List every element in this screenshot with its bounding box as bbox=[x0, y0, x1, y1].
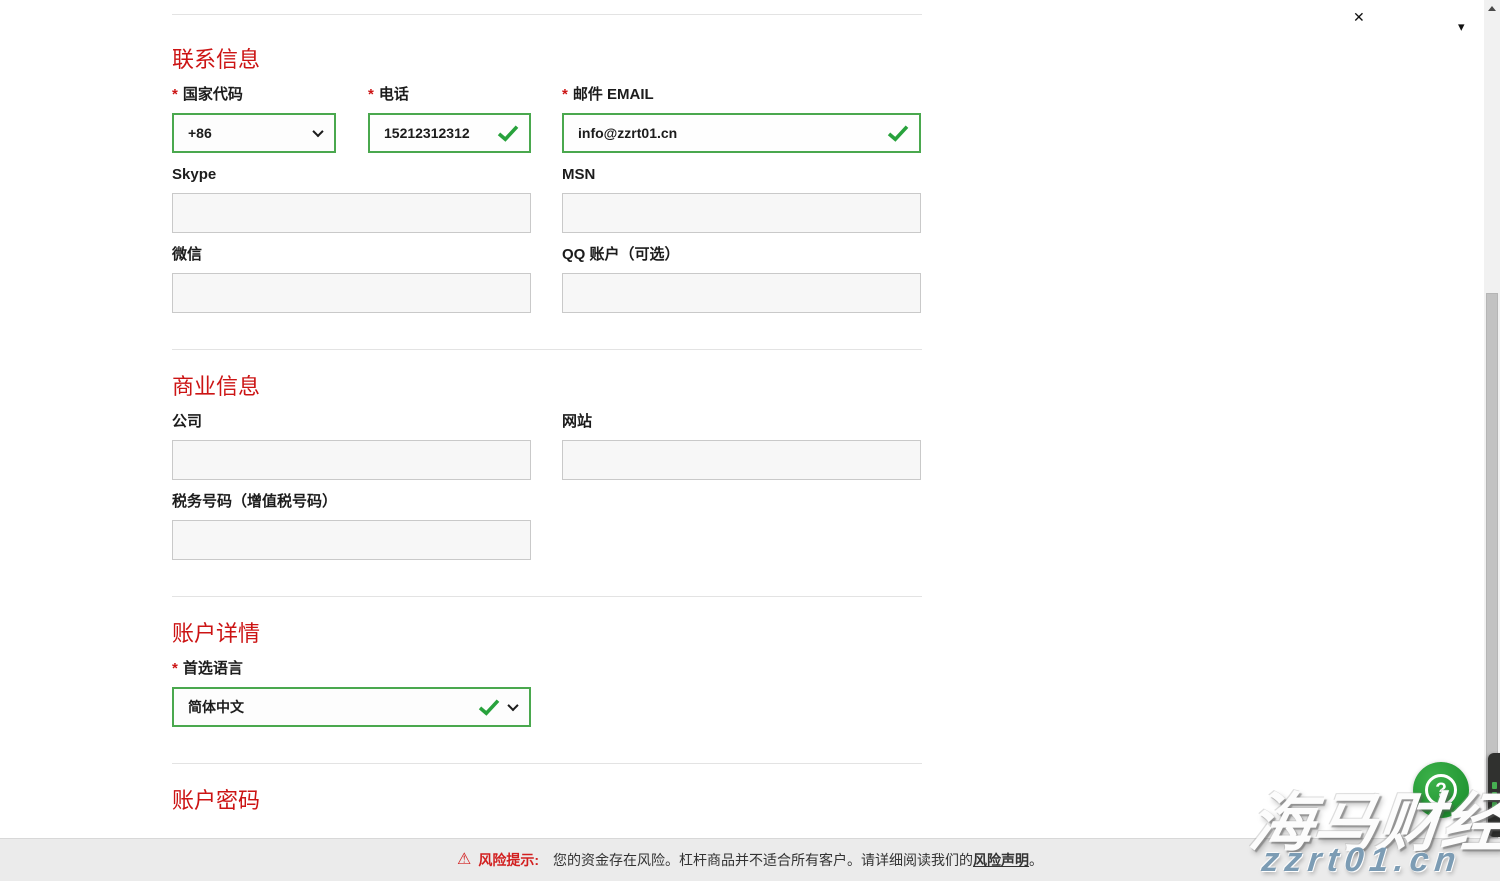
close-icon[interactable]: ✕ bbox=[1353, 10, 1365, 24]
risk-warning-suffix: 。 bbox=[1029, 850, 1043, 870]
widget-indicator-icon bbox=[1492, 792, 1497, 799]
qq-label: QQ 账户（可选） bbox=[562, 245, 921, 265]
section-divider bbox=[172, 763, 922, 764]
section-divider bbox=[172, 349, 922, 350]
wechat-input[interactable] bbox=[172, 273, 531, 313]
language-value: 简体中文 bbox=[188, 697, 244, 717]
language-label: *首选语言 bbox=[172, 659, 531, 679]
contact-row-3: 微信 QQ 账户（可选） bbox=[172, 233, 922, 313]
help-button[interactable]: ? bbox=[1413, 762, 1469, 818]
contact-row-2: Skype MSN bbox=[172, 153, 922, 233]
tax-number-label: 税务号码（增值税号码） bbox=[172, 492, 531, 512]
widget-indicator-icon bbox=[1492, 782, 1497, 789]
required-mark: * bbox=[172, 660, 178, 677]
language-select[interactable]: 简体中文 bbox=[172, 687, 531, 727]
country-code-value: +86 bbox=[188, 125, 212, 141]
country-code-select[interactable]: +86 bbox=[172, 113, 336, 153]
valid-check-icon bbox=[478, 698, 500, 716]
valid-check-icon bbox=[887, 124, 909, 142]
valid-check-icon bbox=[497, 124, 519, 142]
required-mark: * bbox=[368, 86, 374, 103]
section-divider bbox=[172, 596, 922, 597]
section-divider bbox=[172, 14, 922, 15]
scroll-up-button[interactable] bbox=[1484, 0, 1500, 16]
risk-warning-text: 您的资金存在风险。杠杆商品并不适合所有客户。请详细阅读我们的 bbox=[553, 850, 973, 870]
account-row-1: *首选语言 简体中文 bbox=[172, 647, 922, 727]
section-title-contact: 联系信息 bbox=[172, 47, 922, 73]
section-title-password: 账户密码 bbox=[172, 788, 922, 814]
tax-number-input[interactable] bbox=[172, 520, 531, 560]
skype-label: Skype bbox=[172, 165, 531, 185]
warning-icon: ⚠ bbox=[457, 852, 471, 868]
risk-warning-bar: ⚠ 风险提示: 您的资金存在风险。杠杆商品并不适合所有客户。请详细阅读我们的风险… bbox=[0, 838, 1500, 881]
company-input[interactable] bbox=[172, 440, 531, 480]
caret-down-icon: ▾ bbox=[1458, 20, 1465, 33]
website-label: 网站 bbox=[562, 412, 921, 432]
question-mark-icon: ? bbox=[1425, 774, 1457, 806]
skype-input[interactable] bbox=[172, 193, 531, 233]
country-code-label: *国家代码 bbox=[172, 85, 336, 105]
business-row-2: 税务号码（增值税号码） bbox=[172, 480, 922, 560]
chevron-down-icon bbox=[507, 700, 518, 711]
edge-toolbar-widget[interactable] bbox=[1488, 753, 1500, 837]
company-label: 公司 bbox=[172, 412, 531, 432]
email-input[interactable] bbox=[562, 113, 921, 153]
business-row-1: 公司 网站 bbox=[172, 400, 922, 480]
vertical-scrollbar[interactable] bbox=[1484, 0, 1500, 881]
wechat-label: 微信 bbox=[172, 245, 531, 265]
risk-statement-link[interactable]: 风险声明 bbox=[973, 850, 1029, 870]
contact-row-1: *国家代码 +86 *电话 *邮件 EMAIL bbox=[172, 73, 922, 153]
msn-label: MSN bbox=[562, 165, 921, 185]
widget-indicator-icon bbox=[1492, 802, 1497, 809]
required-mark: * bbox=[562, 86, 568, 103]
registration-form: 联系信息 *国家代码 +86 *电话 *邮件 EMAIL bbox=[172, 0, 922, 814]
chevron-down-icon bbox=[312, 126, 323, 137]
section-title-business: 商业信息 bbox=[172, 374, 922, 400]
registration-page: 联系信息 *国家代码 +86 *电话 *邮件 EMAIL bbox=[0, 0, 1500, 881]
email-label: *邮件 EMAIL bbox=[562, 85, 921, 105]
website-input[interactable] bbox=[562, 440, 921, 480]
risk-warning-label: 风险提示: bbox=[478, 850, 539, 870]
msn-input[interactable] bbox=[562, 193, 921, 233]
required-mark: * bbox=[172, 86, 178, 103]
phone-label: *电话 bbox=[368, 85, 531, 105]
section-title-account: 账户详情 bbox=[172, 621, 922, 647]
triangle-up-icon bbox=[1488, 6, 1496, 11]
qq-input[interactable] bbox=[562, 273, 921, 313]
